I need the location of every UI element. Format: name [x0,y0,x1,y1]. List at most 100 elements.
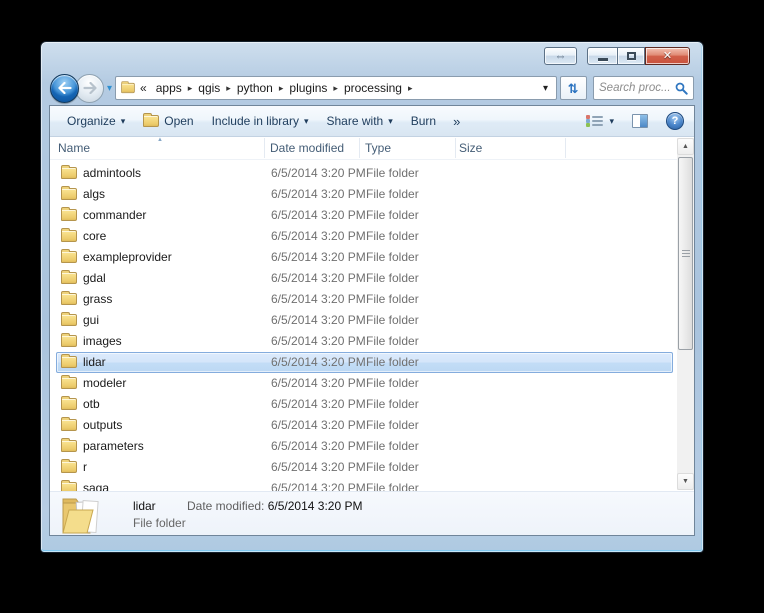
file-date: 6/5/2014 3:20 PM [271,164,366,183]
recent-pages-dropdown-icon[interactable]: ▾ [107,83,112,94]
file-row[interactable]: lidar 6/5/2014 3:20 PM File folder [56,352,673,373]
minimize-button[interactable] [587,47,617,65]
file-row[interactable]: parameters 6/5/2014 3:20 PM File folder [56,436,673,457]
file-row[interactable]: exampleprovider 6/5/2014 3:20 PM File fo… [56,247,673,268]
file-row[interactable]: modeler 6/5/2014 3:20 PM File folder [56,373,673,394]
preview-pane-button[interactable] [623,109,657,133]
close-icon: ✕ [663,51,672,62]
file-date: 6/5/2014 3:20 PM [271,248,366,267]
organize-button[interactable]: Organize ▾ [58,109,134,133]
vertical-scrollbar[interactable]: ▲ ▼ [677,138,694,490]
file-type: File folder [366,374,419,393]
file-row[interactable]: admintools 6/5/2014 3:20 PM File folder [56,163,673,184]
folder-icon [61,251,77,263]
forward-arrow-icon [83,82,97,94]
breadcrumb-item[interactable]: python [232,81,278,95]
search-box[interactable]: Search proc... [593,76,694,100]
file-row[interactable]: core 6/5/2014 3:20 PM File folder [56,226,673,247]
file-name: otb [83,395,100,414]
folder-icon [61,335,77,347]
toolbar-overflow-button[interactable]: » [445,114,468,129]
include-in-library-button[interactable]: Include in library ▾ [203,109,318,133]
column-divider[interactable] [565,138,566,158]
column-header-date[interactable]: Date modified [270,137,344,159]
address-row: ▾ « apps▸qgis▸python▸plugins▸processing▸… [50,73,694,103]
view-list-icon [586,114,603,128]
file-type: File folder [366,437,419,456]
scroll-up-button[interactable]: ▲ [677,138,694,155]
back-button[interactable] [50,74,79,103]
column-divider[interactable] [264,138,265,158]
file-row[interactable]: images 6/5/2014 3:20 PM File folder [56,331,673,352]
refresh-icon: ⇄ [567,83,580,94]
breadcrumb-separator-icon[interactable]: ▸ [407,83,414,94]
file-row[interactable]: otb 6/5/2014 3:20 PM File folder [56,394,673,415]
address-bar[interactable]: « apps▸qgis▸python▸plugins▸processing▸ ▾ [115,76,557,100]
scrollbar-thumb[interactable] [678,157,693,350]
maximize-button[interactable] [617,47,645,65]
share-with-button[interactable]: Share with ▾ [318,109,402,133]
file-date: 6/5/2014 3:20 PM [271,227,366,246]
swap-arrows-button[interactable]: ⇔ [544,47,577,65]
file-row[interactable]: algs 6/5/2014 3:20 PM File folder [56,184,673,205]
breadcrumb-item[interactable]: processing [339,81,407,95]
file-date: 6/5/2014 3:20 PM [271,479,366,491]
breadcrumb-item[interactable]: qgis [193,81,225,95]
column-divider[interactable] [455,138,456,158]
column-divider[interactable] [359,138,360,158]
chevron-down-icon: ▾ [609,116,614,127]
file-date: 6/5/2014 3:20 PM [271,353,366,372]
breadcrumb-item[interactable]: apps [151,81,187,95]
file-row[interactable]: grass 6/5/2014 3:20 PM File folder [56,289,673,310]
file-row[interactable]: commander 6/5/2014 3:20 PM File folder [56,205,673,226]
file-date: 6/5/2014 3:20 PM [271,185,366,204]
folder-icon [61,398,77,410]
column-header-name[interactable]: Name [58,137,90,159]
details-date-label: Date modified: [187,499,264,513]
close-button[interactable]: ✕ [645,47,690,65]
column-header-size[interactable]: Size [459,137,482,159]
search-placeholder: Search proc... [599,82,675,94]
search-icon [675,82,688,95]
file-row[interactable]: gui 6/5/2014 3:20 PM File folder [56,310,673,331]
breadcrumb-overflow[interactable]: « [136,81,151,95]
minimize-icon [598,58,608,61]
refresh-button[interactable]: ⇄ [560,76,587,100]
scroll-down-button[interactable]: ▼ [677,473,694,490]
file-name: algs [83,185,105,204]
file-row[interactable]: r 6/5/2014 3:20 PM File folder [56,457,673,478]
back-arrow-icon [58,82,72,94]
file-type: File folder [366,185,419,204]
folder-icon [61,209,77,221]
open-button[interactable]: Open [134,109,202,133]
details-date: Date modified: 6/5/2014 3:20 PM [187,499,362,513]
change-view-button[interactable]: ▾ [577,109,623,133]
chevron-down-icon: ▾ [304,116,309,127]
file-row[interactable]: outputs 6/5/2014 3:20 PM File folder [56,415,673,436]
file-date: 6/5/2014 3:20 PM [271,458,366,477]
file-type: File folder [366,227,419,246]
caption-buttons: ⇔ ✕ [544,47,690,65]
details-file-type: File folder [133,516,186,530]
help-button[interactable]: ? [657,109,686,133]
file-name: commander [83,206,146,225]
file-row[interactable]: saga 6/5/2014 3:20 PM File folder [56,478,673,491]
breadcrumb-item[interactable]: plugins [284,81,332,95]
forward-button[interactable] [75,74,104,103]
file-row[interactable]: gdal 6/5/2014 3:20 PM File folder [56,268,673,289]
folder-icon [61,230,77,242]
file-name: images [83,332,122,351]
burn-button[interactable]: Burn [402,109,445,133]
address-dropdown-icon[interactable]: ▾ [539,83,552,94]
column-header-type[interactable]: Type [365,137,391,159]
file-type: File folder [366,248,419,267]
file-type: File folder [366,206,419,225]
file-type: File folder [366,164,419,183]
file-type: File folder [366,479,419,491]
column-header-row: ▲ Name Date modified Type Size [50,137,694,160]
maximize-icon [627,52,636,60]
details-date-value: 6/5/2014 3:20 PM [268,499,363,513]
file-date: 6/5/2014 3:20 PM [271,416,366,435]
file-date: 6/5/2014 3:20 PM [271,437,366,456]
folder-icon [61,440,77,452]
